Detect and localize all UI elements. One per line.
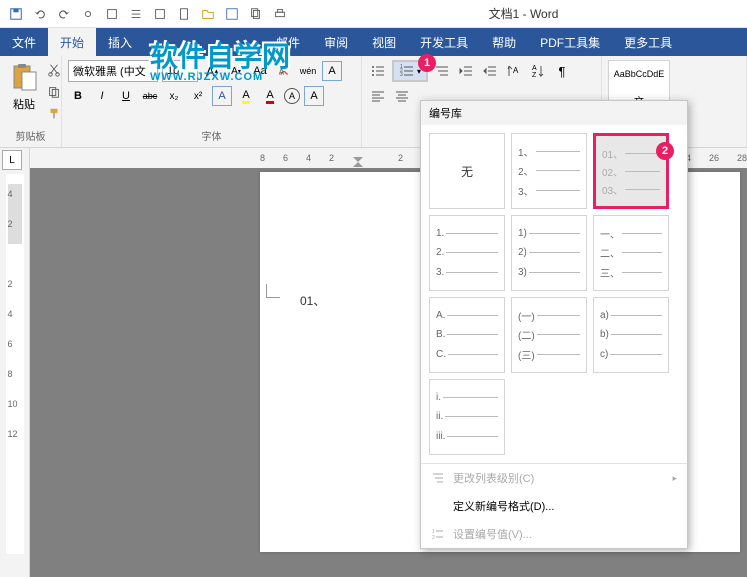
annotation-badge-2: 2 xyxy=(656,142,674,160)
numbering-button[interactable]: 123 ▾ 1 xyxy=(392,60,428,82)
numbering-option[interactable]: a) b) c) xyxy=(593,297,669,373)
menu-file[interactable]: 文件 xyxy=(0,28,48,56)
clipboard-label: 剪贴板 xyxy=(6,128,55,143)
watermark: 软件自学网 WWW.RJZXW.COM xyxy=(150,35,290,83)
menu-bar: 文件 开始 插入 邮件 审阅 视图 开发工具 帮助 PDF工具集 更多工具 xyxy=(0,28,747,56)
numbering-option-none[interactable]: 无 xyxy=(429,133,505,209)
dropdown-footer: 更改列表级别(C) ▸ 定义新编号格式(D)... 12 设置编号值(V)... xyxy=(421,463,687,548)
numbering-value-icon: 12 xyxy=(431,527,445,541)
bold-button[interactable]: B xyxy=(68,86,88,106)
menu-help[interactable]: 帮助 xyxy=(480,28,528,56)
menu-dev[interactable]: 开发工具 xyxy=(408,28,480,56)
char-shading-button[interactable]: A xyxy=(304,86,324,106)
font-group-label: 字体 xyxy=(68,128,355,143)
numbering-option[interactable]: 1. 2. 3. xyxy=(429,215,505,291)
print-icon[interactable] xyxy=(270,4,290,24)
svg-text:3: 3 xyxy=(400,72,403,78)
italic-button[interactable]: I xyxy=(92,86,112,106)
window-title: 文档1 - Word xyxy=(489,5,559,22)
numbering-option[interactable]: 1、 2、 3、 xyxy=(511,133,587,209)
numbering-option[interactable]: A. B. C. xyxy=(429,297,505,373)
qat-item[interactable] xyxy=(150,4,170,24)
paste-button[interactable]: 粘贴 xyxy=(6,60,42,124)
new-doc-icon[interactable] xyxy=(174,4,194,24)
svg-text:A: A xyxy=(513,66,519,75)
bullet-list-icon[interactable] xyxy=(368,61,388,81)
tab-stop-indicator[interactable]: L xyxy=(2,150,22,170)
cut-icon[interactable] xyxy=(44,60,64,80)
subscript-button[interactable]: x₂ xyxy=(164,86,184,106)
qat-item[interactable] xyxy=(102,4,122,24)
qat-item[interactable] xyxy=(126,4,146,24)
undo-icon[interactable] xyxy=(30,4,50,24)
increase-indent-icon[interactable] xyxy=(480,61,500,81)
menu-insert[interactable]: 插入 xyxy=(96,28,144,56)
numbering-option[interactable]: 1) 2) 3) xyxy=(511,215,587,291)
svg-text:2: 2 xyxy=(432,535,435,541)
change-list-level-item: 更改列表级别(C) ▸ xyxy=(421,464,687,492)
open-icon[interactable] xyxy=(198,4,218,24)
redo-icon[interactable] xyxy=(54,4,74,24)
set-numbering-value-item: 12 设置编号值(V)... xyxy=(421,520,687,548)
title-bar: 文档1 - Word xyxy=(0,0,747,28)
font-name-input[interactable] xyxy=(68,60,158,82)
define-new-format-item[interactable]: 定义新编号格式(D)... xyxy=(421,492,687,520)
vertical-ruler[interactable]: 4 2 2 4 6 8 10 12 xyxy=(6,174,24,554)
menu-view[interactable]: 视图 xyxy=(360,28,408,56)
paste-label: 粘贴 xyxy=(13,96,35,112)
highlight-button[interactable]: A xyxy=(236,86,256,106)
copy-icon[interactable] xyxy=(44,82,64,102)
superscript-button[interactable]: x² xyxy=(188,86,208,106)
underline-button[interactable]: U xyxy=(116,86,136,106)
numbering-option-selected[interactable]: 2 01、 02、 03、 xyxy=(593,133,669,209)
qat-item[interactable] xyxy=(78,4,98,24)
annotation-badge-1: 1 xyxy=(418,54,436,72)
dropdown-header: 编号库 xyxy=(421,101,687,125)
numbering-dropdown: 编号库 无 1、 2、 3、 2 01、 02、 03、 1. 2. 3. 1)… xyxy=(420,100,688,549)
text-effects-button[interactable]: A xyxy=(212,86,232,106)
watermark-text: 软件自学网 xyxy=(150,35,290,75)
phonetic-guide-button[interactable]: wén xyxy=(298,61,318,81)
save-icon[interactable] xyxy=(6,4,26,24)
indent-icon xyxy=(431,471,445,485)
menu-home[interactable]: 开始 xyxy=(48,28,96,56)
menu-review[interactable]: 审阅 xyxy=(312,28,360,56)
align-center-icon[interactable] xyxy=(392,86,412,106)
strike-button[interactable]: abc xyxy=(140,86,160,106)
sort-icon[interactable]: AZ xyxy=(528,61,548,81)
indent-marker-icon[interactable] xyxy=(352,156,364,168)
text-direction-icon[interactable]: A xyxy=(504,61,524,81)
quick-access-toolbar xyxy=(6,4,290,24)
numbering-option[interactable]: 一、 二、 三、 xyxy=(593,215,669,291)
svg-text:A: A xyxy=(532,65,537,72)
numbering-option[interactable]: (一) (二) (三) xyxy=(511,297,587,373)
save-icon[interactable] xyxy=(222,4,242,24)
numbering-grid: 无 1、 2、 3、 2 01、 02、 03、 1. 2. 3. 1) 2) … xyxy=(421,125,687,463)
font-color-button[interactable]: A xyxy=(260,86,280,106)
decrease-indent-icon[interactable] xyxy=(456,61,476,81)
show-marks-icon[interactable]: ¶ xyxy=(552,61,572,81)
style-preview-text: AaBbCcDdE xyxy=(614,69,665,79)
clipboard-group: 粘贴 剪贴板 xyxy=(0,56,62,147)
svg-text:Z: Z xyxy=(532,72,537,79)
qat-item[interactable] xyxy=(246,4,266,24)
margin-mark-icon xyxy=(266,284,280,298)
char-border-button[interactable]: A xyxy=(322,61,342,81)
format-painter-icon[interactable] xyxy=(44,104,64,124)
circled-char-button[interactable]: A xyxy=(284,88,300,104)
align-left-icon[interactable] xyxy=(368,86,388,106)
menu-pdf[interactable]: PDF工具集 xyxy=(528,28,612,56)
vertical-ruler-area: L 4 2 2 4 6 8 10 12 xyxy=(0,148,30,577)
numbering-option[interactable]: i. ii. iii. xyxy=(429,379,505,455)
menu-more[interactable]: 更多工具 xyxy=(612,28,684,56)
